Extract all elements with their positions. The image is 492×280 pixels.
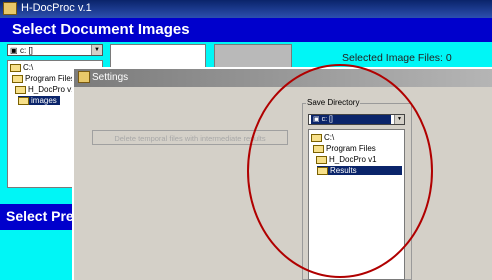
section-header: Select Pre	[0, 204, 74, 230]
chevron-down-icon[interactable]: ▼	[91, 45, 102, 55]
list-item-label: images	[31, 96, 57, 105]
app-icon	[3, 2, 17, 15]
list-item-label: C:\	[23, 63, 34, 72]
list-item-selected[interactable]: images	[18, 96, 60, 105]
drive-select-value: c: []	[20, 46, 33, 55]
section-header-text: Select Pre	[6, 208, 74, 224]
drive-select[interactable]: ▣ c: [] ▼	[7, 44, 103, 56]
folder-open-icon	[18, 96, 29, 105]
settings-title-bar[interactable]: Settings	[74, 69, 492, 87]
select-images-header: Select Document Images	[0, 18, 492, 42]
folder-open-icon	[15, 85, 26, 94]
app-title: H-DocProc v.1	[21, 2, 92, 14]
settings-title: Settings	[92, 72, 129, 83]
list-item[interactable]: C:\	[10, 63, 33, 72]
annotation-ellipse	[247, 64, 433, 278]
select-images-header-text: Select Document Images	[12, 21, 190, 38]
selected-files-count: Selected Image Files: 0	[342, 52, 452, 64]
list-item[interactable]: Program Files	[12, 74, 75, 83]
folder-open-icon	[10, 63, 21, 72]
drive-icon: ▣	[10, 46, 18, 55]
folder-open-icon	[12, 74, 23, 83]
list-item[interactable]: H_DocPro v1	[15, 85, 76, 94]
app-title-bar: H-DocProc v.1	[0, 0, 492, 18]
list-item-label: Program Files	[25, 74, 75, 83]
settings-icon	[78, 71, 90, 83]
list-item-label: H_DocPro v1	[28, 85, 76, 94]
